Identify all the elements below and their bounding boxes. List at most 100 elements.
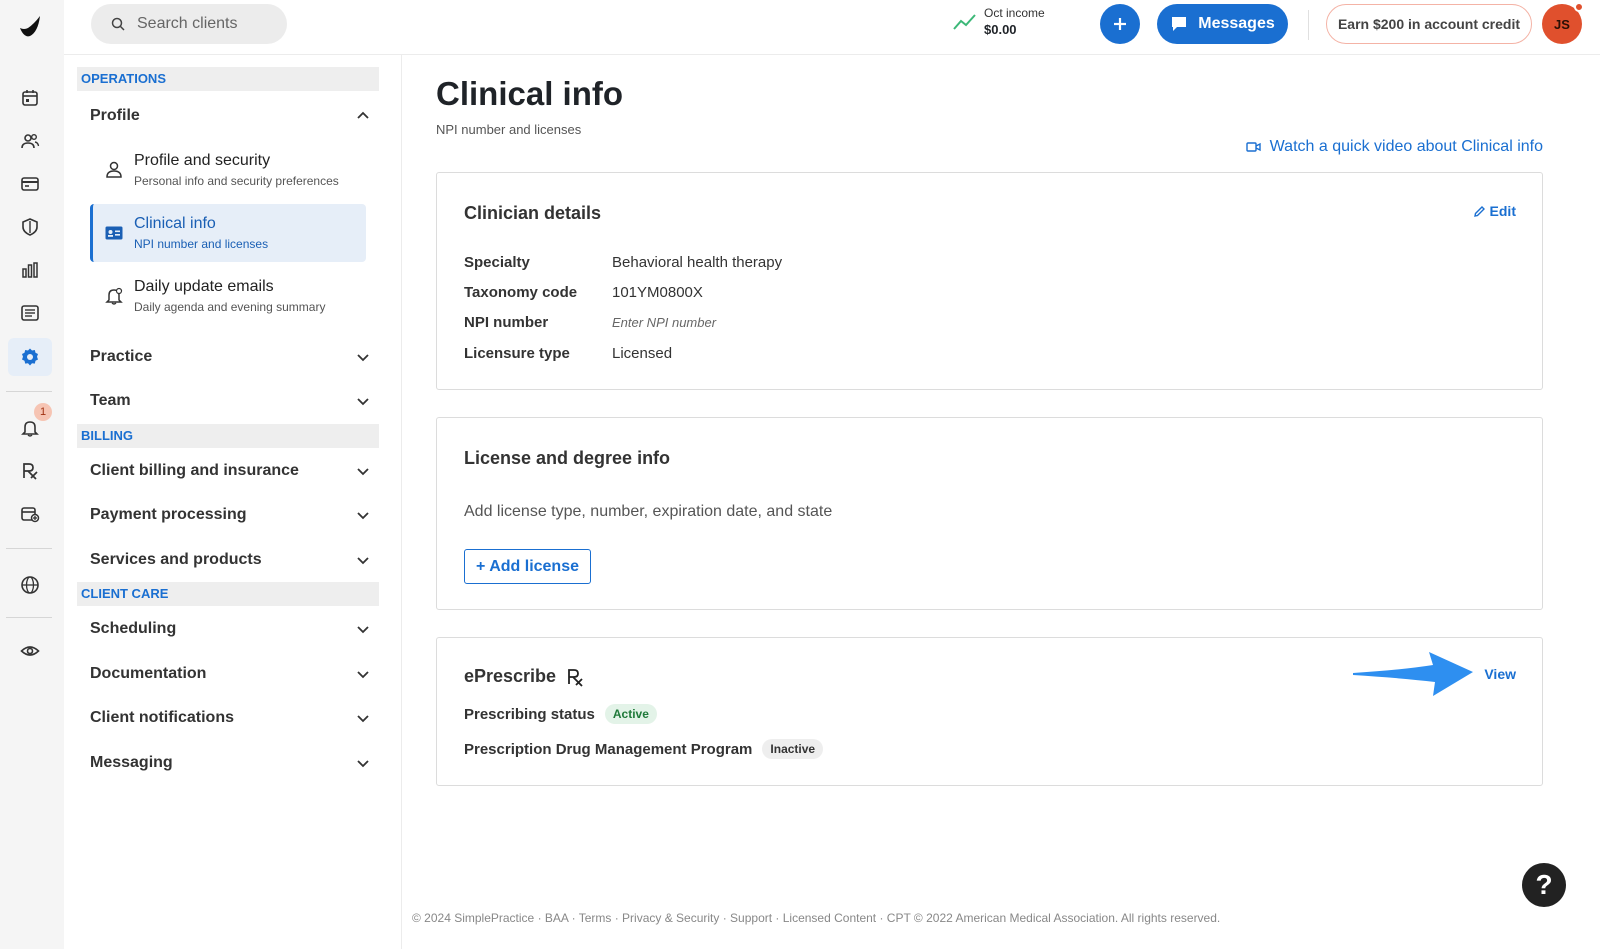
settings-gear-icon[interactable] <box>8 338 52 376</box>
edit-label: Edit <box>1489 203 1516 219</box>
chevron-down-icon <box>357 398 369 406</box>
settings-nav: OPERATIONS Profile Profile and security … <box>64 55 402 949</box>
view-button[interactable]: View <box>1484 666 1516 682</box>
edit-button[interactable]: Edit <box>1473 203 1516 219</box>
nav-group-label: Messaging <box>90 754 173 771</box>
detail-row: Specialty Behavioral health therapy <box>464 254 782 271</box>
page-title: Clinical info <box>436 75 624 112</box>
avatar-status-dot <box>1574 2 1584 12</box>
detail-value: Licensed <box>612 345 673 362</box>
search-icon <box>111 17 125 31</box>
chevron-down-icon <box>357 557 369 565</box>
detail-label: NPI number <box>464 314 549 331</box>
nav-group-label: Documentation <box>90 665 207 682</box>
detail-label: Specialty <box>464 254 530 271</box>
nav-group-documentation[interactable]: Documentation <box>90 663 370 685</box>
nav-item-title: Profile and security <box>134 152 271 169</box>
nav-group-label: Scheduling <box>90 620 177 637</box>
search-placeholder: Search clients <box>137 15 238 32</box>
nav-group-messaging[interactable]: Messaging <box>90 752 370 774</box>
video-camera-icon <box>1245 142 1261 152</box>
eye-icon[interactable] <box>8 632 52 670</box>
nav-item-desc: Daily agenda and evening summary <box>134 300 326 314</box>
nav-group-team[interactable]: Team <box>90 390 370 412</box>
clients-icon[interactable] <box>8 122 52 160</box>
bell-clock-icon <box>105 287 123 305</box>
search-input[interactable]: Search clients <box>91 4 287 44</box>
chevron-down-icon <box>357 760 369 768</box>
plus-icon <box>1114 18 1126 30</box>
nav-group-label: Payment processing <box>90 506 247 523</box>
create-new-button[interactable] <box>1100 4 1140 44</box>
eprescribe-card: ePrescribe View Prescribing status Activ… <box>436 637 1543 786</box>
nav-item-title: Daily update emails <box>134 278 274 295</box>
calendar-icon[interactable] <box>8 79 52 117</box>
analytics-icon[interactable] <box>8 251 52 289</box>
card-title: License and degree info <box>464 448 671 468</box>
notifications-bell-icon[interactable]: 1 <box>8 403 52 447</box>
footer-text: © 2024 SimplePractice · BAA · Terms · Pr… <box>412 911 1221 925</box>
person-icon <box>106 161 122 178</box>
notification-count-badge: 1 <box>34 403 52 421</box>
prescribing-status-row: Prescribing status Active <box>464 704 657 724</box>
income-label: Oct income <box>984 6 1045 20</box>
messages-label: Messages <box>1198 15 1275 32</box>
nav-group-client-billing[interactable]: Client billing and insurance <box>90 460 370 482</box>
nav-group-payment-processing[interactable]: Payment processing <box>90 504 370 526</box>
detail-row: Licensure type Licensed <box>464 345 672 362</box>
detail-label: Licensure type <box>464 345 570 362</box>
nav-group-label: Client notifications <box>90 709 234 726</box>
clinician-details-card: Clinician details Edit Specialty Behavio… <box>436 172 1543 390</box>
nav-item-daily-update-emails[interactable]: Daily update emails Daily agenda and eve… <box>90 267 366 325</box>
chevron-down-icon <box>357 468 369 476</box>
user-avatar[interactable]: JS <box>1542 2 1584 44</box>
nav-group-label: Practice <box>90 348 153 365</box>
avatar-initials: JS <box>1554 16 1570 32</box>
add-license-button[interactable]: + Add license <box>464 549 591 584</box>
nav-item-clinical-info[interactable]: Clinical info NPI number and licenses <box>90 204 366 262</box>
pdmp-status-row: Prescription Drug Management Program Ina… <box>464 739 824 759</box>
nav-group-label: Profile <box>90 107 140 124</box>
npi-placeholder: Enter NPI number <box>612 315 717 330</box>
nav-group-scheduling[interactable]: Scheduling <box>90 618 370 640</box>
chevron-down-icon <box>357 715 369 723</box>
license-description: Add license type, number, expiration dat… <box>464 503 833 520</box>
earn-credit-button[interactable]: Earn $200 in account credit <box>1326 4 1532 44</box>
trend-up-icon <box>953 13 976 30</box>
arrow-pointer-icon <box>1353 652 1473 696</box>
chevron-up-icon <box>357 111 369 119</box>
messages-button[interactable]: Messages <box>1157 4 1288 44</box>
app-rail: 1 <box>0 0 64 949</box>
help-button[interactable]: ? <box>1522 863 1566 907</box>
activity-list-icon[interactable] <box>8 294 52 332</box>
detail-label: Taxonomy code <box>464 284 578 301</box>
section-billing: BILLING <box>77 424 379 448</box>
insurance-shield-icon[interactable] <box>8 208 52 246</box>
nav-item-profile-security[interactable]: Profile and security Personal info and s… <box>90 141 366 199</box>
card-title: ePrescribe <box>464 666 557 686</box>
top-bar: Search clients Oct income $0.00 Messages… <box>64 0 1600 55</box>
nav-group-label: Client billing and insurance <box>90 462 299 479</box>
chevron-down-icon <box>357 354 369 362</box>
calendar-add-icon[interactable] <box>8 495 52 533</box>
eprescribe-title: ePrescribe <box>464 666 584 687</box>
billing-card-icon[interactable] <box>8 165 52 203</box>
id-card-icon <box>105 226 123 240</box>
nav-item-desc: NPI number and licenses <box>134 237 269 251</box>
income-widget[interactable]: Oct income $0.00 <box>953 6 1045 37</box>
section-client-care: CLIENT CARE <box>77 582 379 606</box>
main-content: Clinical info NPI number and licenses Wa… <box>402 55 1600 949</box>
nav-group-client-notifications[interactable]: Client notifications <box>90 707 370 729</box>
detail-value: 101YM0800X <box>612 284 703 301</box>
eprescribe-rx-icon[interactable] <box>8 452 52 490</box>
simplepractice-logo[interactable] <box>14 12 44 42</box>
globe-icon[interactable] <box>8 566 52 604</box>
nav-group-services-products[interactable]: Services and products <box>90 549 370 571</box>
chevron-down-icon <box>357 626 369 634</box>
card-title: Clinician details <box>464 203 602 223</box>
nav-group-profile[interactable]: Profile <box>90 105 370 127</box>
status-badge: Active <box>604 704 657 724</box>
watch-video-link[interactable]: Watch a quick video about Clinical info <box>1245 138 1543 156</box>
nav-group-label: Team <box>90 392 131 409</box>
nav-group-practice[interactable]: Practice <box>90 346 370 368</box>
